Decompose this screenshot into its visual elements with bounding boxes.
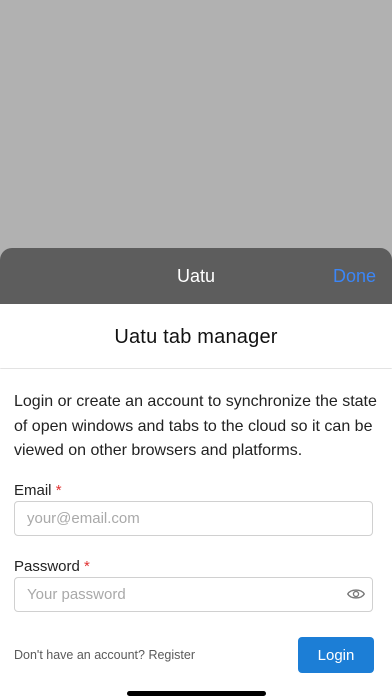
eye-icon[interactable] [347, 587, 365, 601]
page-title: Uatu tab manager [114, 326, 278, 348]
dimmed-backdrop[interactable] [0, 0, 392, 248]
divider [0, 368, 392, 369]
register-prompt-text: Don't have an account? [14, 648, 145, 662]
required-marker: * [55, 482, 62, 499]
done-button[interactable]: Done [333, 266, 376, 287]
sheet-header: Uatu Done [0, 248, 392, 304]
email-field-container [14, 501, 373, 536]
password-label: Password * [14, 558, 90, 575]
description-text: Login or create an account to synchroniz… [14, 393, 377, 459]
login-button[interactable]: Login [298, 637, 374, 673]
password-field-container [14, 577, 373, 612]
email-label-text: Email [14, 482, 52, 499]
password-field[interactable] [27, 578, 337, 611]
email-field[interactable] [27, 502, 337, 535]
home-indicator [127, 691, 266, 696]
login-panel: Uatu tab manager Login or create an acco… [0, 304, 392, 696]
email-label: Email * [14, 482, 62, 499]
register-prompt: Don't have an account? Register [14, 648, 195, 662]
password-label-text: Password [14, 558, 80, 575]
register-link[interactable]: Register [148, 648, 195, 662]
required-marker: * [84, 558, 90, 575]
